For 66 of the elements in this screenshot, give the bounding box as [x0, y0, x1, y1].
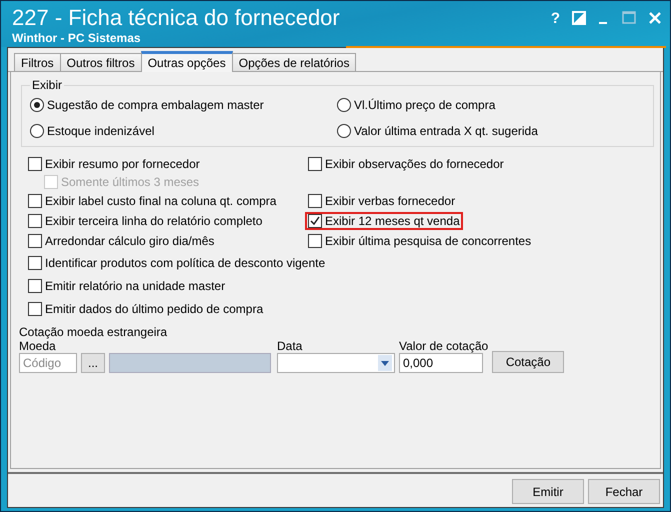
- checkbox-label: Exibir label custo final na coluna qt. compra: [45, 194, 276, 208]
- checkbox-option[interactable]: Identificar produtos com política de desconto vigente: [25, 254, 328, 272]
- radio-option[interactable]: Sugestão de compra embalagem master: [30, 96, 337, 114]
- field-label: Data: [277, 339, 304, 353]
- close-icon[interactable]: [648, 11, 662, 25]
- checkbox-option[interactable]: Exibir última pesquisa de concorrentes: [305, 232, 534, 250]
- checkbox-label: Arredondar cálculo giro dia/mês: [45, 234, 214, 248]
- radio-label: Sugestão de compra embalagem master: [47, 98, 264, 112]
- code-field[interactable]: Código: [19, 353, 77, 373]
- radio-label: Valor última entrada X qt. sugerida: [354, 124, 538, 138]
- checkbox-label: Identificar produtos com política de desconto vigente: [45, 256, 326, 270]
- radio-option[interactable]: Valor última entrada X qt. sugerida: [337, 122, 645, 140]
- radio-button[interactable]: [337, 124, 351, 138]
- checkbox[interactable]: [28, 234, 42, 248]
- checkbox-label: Exibir verbas fornecedor: [325, 194, 456, 208]
- field-label: Valor de cotação: [399, 339, 488, 353]
- tab[interactable]: Opções de relatórios: [232, 53, 356, 71]
- checkbox-label: Exibir resumo por fornecedor: [45, 157, 200, 171]
- contrast-icon[interactable]: [572, 11, 586, 25]
- radio-option[interactable]: Estoque indenizável: [30, 122, 337, 140]
- rate-field[interactable]: 0,000: [399, 353, 483, 373]
- radio-label: Estoque indenizável: [47, 124, 154, 138]
- radio-button[interactable]: [30, 124, 44, 138]
- checkbox-option[interactable]: Exibir label custo final na coluna qt. compra: [25, 192, 280, 210]
- checkbox-label: Emitir dados do último pedido de compra: [45, 302, 264, 316]
- radio-button[interactable]: [30, 98, 44, 112]
- checkbox[interactable]: [28, 214, 42, 228]
- radio-option[interactable]: Vl.Último preço de compra: [337, 96, 645, 114]
- footer-button[interactable]: Fechar: [588, 479, 660, 504]
- checkmark-icon: [310, 216, 320, 226]
- checkbox[interactable]: [28, 194, 42, 208]
- tab[interactable]: Outras opções: [140, 51, 233, 72]
- checkbox-option[interactable]: Exibir verbas fornecedor: [305, 192, 458, 210]
- checkbox-label: Exibir observações do fornecedor: [325, 157, 504, 171]
- checkbox-label: Emitir relatório na unidade master: [45, 279, 226, 293]
- checkbox-option[interactable]: Exibir observações do fornecedor: [305, 155, 507, 173]
- checkbox[interactable]: [28, 302, 42, 316]
- checkbox[interactable]: [308, 214, 322, 228]
- section-title: Cotação moeda estrangeira: [19, 325, 168, 339]
- window-title: 227 - Ficha técnica do fornecedor: [12, 5, 341, 31]
- field-label: Moeda: [19, 339, 57, 353]
- checkbox-label: Exibir terceira linha do relatório completo: [45, 214, 262, 228]
- radio-label: Vl.Último preço de compra: [354, 98, 496, 112]
- checkbox[interactable]: [308, 157, 322, 171]
- checkbox-option[interactable]: Emitir dados do último pedido de compra: [25, 300, 266, 318]
- tab[interactable]: Filtros: [14, 53, 61, 71]
- footer-button[interactable]: Emitir: [512, 479, 584, 504]
- checkbox[interactable]: [28, 256, 42, 270]
- checkbox-option[interactable]: Arredondar cálculo giro dia/mês: [25, 232, 218, 250]
- quote-button[interactable]: Cotação: [492, 351, 564, 373]
- checkbox-label: Exibir última pesquisa de concorrentes: [325, 234, 532, 248]
- checkbox-option[interactable]: Exibir terceira linha do relatório completo: [25, 212, 266, 230]
- checkbox[interactable]: [308, 234, 322, 248]
- browse-button[interactable]: ...: [81, 353, 105, 373]
- checkbox-option[interactable]: Exibir 12 meses qt venda: [305, 212, 463, 230]
- group-title: Exibir: [31, 78, 64, 92]
- checkbox-option[interactable]: Emitir relatório na unidade master: [25, 277, 228, 295]
- checkbox-label: Exibir 12 meses qt venda: [325, 214, 460, 228]
- checkbox[interactable]: [28, 279, 42, 293]
- window-subtitle: Winthor - PC Sistemas: [12, 31, 142, 45]
- checkbox-option[interactable]: Exibir resumo por fornecedor: [25, 155, 203, 173]
- checkbox[interactable]: [308, 194, 322, 208]
- tab[interactable]: Outros filtros: [60, 53, 142, 71]
- checkbox-label: Somente últimos 3 meses: [61, 175, 200, 189]
- radio-button[interactable]: [337, 98, 351, 112]
- checkbox[interactable]: [28, 157, 42, 171]
